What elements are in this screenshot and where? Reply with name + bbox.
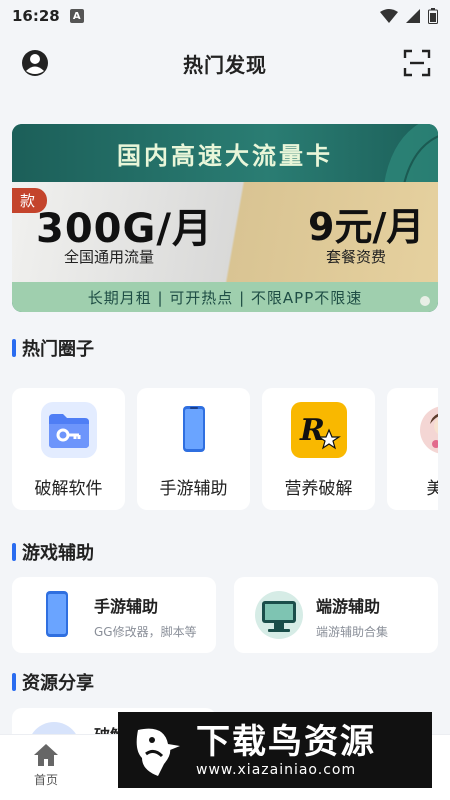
circle-card-label: 破解软件 [34,479,103,499]
game-card-pc[interactable]: 端游辅助 端游辅助合集 [234,577,438,653]
section-title: 资源分享 [22,673,94,694]
watermark-text: 下载鸟资源 www.xiazainiao.com [196,722,376,778]
section-resources: 资源分享 [12,670,94,694]
section-hot-circles: 热门圈子 [12,336,94,360]
scan-button[interactable] [402,48,432,78]
watermark: 下载鸟资源 www.xiazainiao.com [118,712,432,788]
page-title: 热门发现 [183,52,267,77]
phone-icon [166,402,222,458]
banner-main: 款 300G/月 全国通用流量 9元/月 套餐资费 [12,182,438,282]
status-time: 16:28 [12,7,60,25]
promo-banner[interactable]: 国内高速大流量卡 款 300G/月 全国通用流量 9元/月 套餐资费 长期月租 … [12,124,438,312]
section-accent-bar [12,543,16,561]
game-card-subtitle: GG修改器，脚本等 [94,625,197,639]
user-icon [22,50,48,76]
game-card-subtitle: 端游辅助合集 [316,625,389,639]
circle-card-label: 美女 [426,479,439,499]
circle-card-label: 手游辅助 [159,479,228,499]
nav-home-label: 首页 [33,773,58,787]
circle-card-nutrition-crack[interactable]: R 营养破解 [262,388,375,510]
battery-icon [428,8,438,24]
notification-icon: A [69,9,84,23]
circles-carousel[interactable]: 破解软件 手游辅助 R 营养破解 美 [12,388,438,510]
section-title: 热门圈子 [22,339,94,360]
banner-footer: 长期月租 | 可开热点 | 不限APP不限速 [12,282,438,312]
nav-home[interactable]: 首页 [22,743,70,795]
leaf-decoration-icon [384,124,438,184]
game-card-mobile[interactable]: 手游辅助 GG修改器，脚本等 [12,577,216,653]
signal-icon [406,9,420,23]
banner-price: 9元/月 [308,205,425,249]
phone-icon [46,591,68,637]
user-button[interactable] [20,48,50,78]
top-bar: 热门发现 [0,40,450,86]
watermark-url: www.xiazainiao.com [196,762,357,778]
section-accent-bar [12,673,16,691]
watermark-title: 下载鸟资源 [196,722,376,762]
home-icon [34,744,58,766]
section-game-helper: 游戏辅助 [12,540,94,564]
game-card-title: 端游辅助 [316,597,381,616]
rockstar-icon: R [290,402,347,458]
circle-card-beauty[interactable]: 美女 [387,388,438,510]
game-card-title: 手游辅助 [94,597,159,616]
scan-icon [403,49,431,77]
circle-card-crack-software[interactable]: 破解软件 [12,388,125,510]
section-accent-bar [12,339,16,357]
banner-page-dot [420,296,430,306]
banner-price-sub: 套餐资费 [326,248,387,266]
avatar-icon [416,402,438,458]
banner-data-sub: 全国通用流量 [64,248,155,266]
monitor-icon [255,591,303,639]
bird-logo-icon [124,718,188,782]
status-icons [380,8,438,24]
wifi-icon [380,9,398,23]
section-title: 游戏辅助 [22,543,94,564]
svg-text:R: R [299,413,325,448]
circle-card-mobile-helper[interactable]: 手游辅助 [137,388,250,510]
banner-headline: 国内高速大流量卡 [117,141,333,170]
status-bar: 16:28 A [0,0,450,32]
circle-card-label: 营养破解 [284,479,353,499]
folder-key-icon [40,402,97,458]
